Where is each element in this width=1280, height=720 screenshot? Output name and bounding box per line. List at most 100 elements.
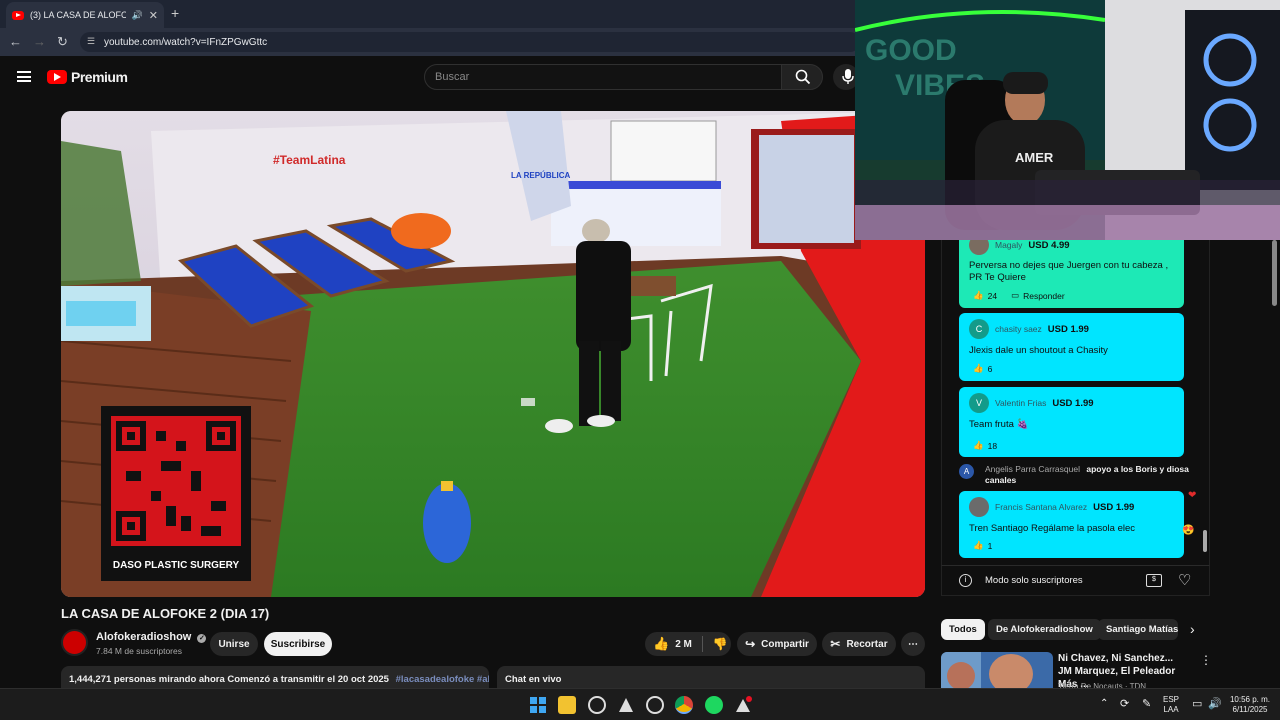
subscribe-button[interactable]: Suscribirse: [264, 632, 332, 656]
windows-taskbar: ⌃ ⟳ ✎ ESP LAA ▭ 🔊 10:56 p. m. 6/11/2025: [0, 688, 1280, 720]
user-avatar: [969, 497, 989, 517]
chat-message-text: Team fruta 🍇: [969, 419, 1029, 430]
triangle-app-icon[interactable]: [617, 696, 635, 714]
pen-icon[interactable]: ✎: [1142, 697, 1151, 710]
superchat-card[interactable]: Magaly USD 4.99 Perversa no dejes que Ju…: [959, 240, 1184, 308]
thumbs-up-icon[interactable]: 👍: [973, 290, 984, 301]
reply-button[interactable]: Responder: [1023, 291, 1065, 301]
date: 6/11/2025: [1232, 705, 1268, 714]
like-button[interactable]: 👍 2 M: [653, 636, 692, 652]
like-count: 2 M: [675, 638, 692, 650]
divider: [701, 636, 703, 652]
chat-like-row: 👍 18: [973, 440, 997, 451]
windows-start-icon[interactable]: [529, 696, 547, 714]
related-video-thumbnail[interactable]: [941, 652, 1053, 688]
new-tab-button[interactable]: +: [171, 5, 179, 21]
app-icon[interactable]: [588, 696, 606, 714]
page-scrollbar[interactable]: [1272, 240, 1277, 306]
svg-text:GOOD: GOOD: [865, 34, 957, 67]
streamer-webcam-feed: GOOD VIBES AMER: [855, 0, 1280, 240]
chip-santiago[interactable]: Santiago Matías: [1098, 619, 1178, 640]
chat-scrollbar[interactable]: [1203, 530, 1207, 552]
video-frame: [61, 111, 925, 597]
superchat-card[interactable]: V Valentin Frias USD 1.99 Team fruta 🍇 👍…: [959, 387, 1184, 457]
like-dislike-group: 👍 2 M 👎: [645, 632, 731, 656]
chat-message[interactable]: A Angelis Parra Carrasquel apoyo a los B…: [959, 464, 1189, 486]
menu-icon[interactable]: [17, 71, 31, 82]
forward-arrow-icon[interactable]: →: [33, 34, 46, 49]
channel-avatar[interactable]: [61, 629, 88, 656]
chip-channel[interactable]: De Alofokeradioshow: [988, 619, 1101, 640]
user-avatar: V: [969, 393, 989, 413]
volume-icon[interactable]: 🔊: [1208, 697, 1222, 710]
spotify-icon[interactable]: [705, 696, 723, 714]
chrome-icon[interactable]: [675, 696, 693, 714]
heart-icon[interactable]: ♡: [1178, 571, 1191, 589]
logo-text: Premium: [71, 69, 128, 85]
info-icon[interactable]: i: [959, 574, 972, 587]
chat-username: Angelis Parra Carrasquel: [985, 464, 1080, 474]
share-button[interactable]: ↪ Compartir: [737, 632, 817, 656]
chevron-right-icon[interactable]: ›: [1190, 621, 1195, 637]
monitor-icon[interactable]: ▭: [1192, 697, 1202, 710]
chat-like-row: 👍 6: [973, 363, 992, 374]
superchat-card[interactable]: Francis Santana Alvarez USD 1.99 Tren Sa…: [959, 491, 1184, 558]
chip-all[interactable]: Todos: [941, 619, 985, 640]
set-sign-la-republica: LA REPÚBLICA: [511, 171, 571, 180]
thumbs-down-icon[interactable]: 👎: [713, 637, 728, 651]
reload-icon[interactable]: ↻: [57, 34, 68, 50]
superchat-amount: USD 1.99: [1093, 501, 1135, 513]
superchat-amount: USD 1.99: [1052, 397, 1094, 409]
chat-like-row: 👍 24 ▭ Responder: [973, 290, 1065, 301]
emoji-reaction-icon: 😍: [1182, 525, 1195, 536]
video-player[interactable]: #TeamLatina LA REPÚBLICA DASO PLASTIC SU…: [61, 111, 925, 597]
notification-app-icon[interactable]: [734, 696, 752, 714]
thumbs-up-icon: 👍: [653, 636, 670, 651]
more-vertical-icon[interactable]: ⋮: [1200, 653, 1212, 667]
search-icon: [795, 69, 811, 85]
search-button[interactable]: [781, 64, 823, 90]
verified-icon: ✓: [197, 634, 207, 643]
chat-username: chasity saez: [995, 324, 1042, 334]
microphone-icon: [842, 69, 854, 84]
superchat-card[interactable]: C chasity saez USD 1.99 Jlexis dale un s…: [959, 313, 1184, 381]
chat-message-text: Jlexis dale un shoutout a Chasity: [969, 345, 1108, 356]
file-explorer-icon[interactable]: [558, 696, 576, 714]
back-arrow-icon[interactable]: ←: [9, 34, 22, 49]
openai-icon[interactable]: [646, 696, 664, 714]
chat-message-text: Perversa no dejes que Juergen con tu cab…: [969, 260, 1169, 283]
site-info-icon[interactable]: ☰: [87, 36, 95, 47]
browser-tab[interactable]: (3) LA CASA DE ALOFOKE 2 🔊 ✕: [6, 2, 164, 28]
chat-label: Chat en vivo: [505, 674, 562, 685]
reply-icon[interactable]: ▭: [1011, 290, 1019, 301]
hashtags[interactable]: #lacasadealofoke #alofo: [396, 674, 489, 685]
close-tab-icon[interactable]: ✕: [149, 9, 158, 22]
keyboard-layout: LAA: [1163, 705, 1179, 714]
language-code: ESP: [1163, 695, 1180, 704]
speaker-icon[interactable]: 🔊: [132, 10, 143, 21]
clock[interactable]: 10:56 p. m. 6/11/2025: [1227, 695, 1273, 715]
sync-icon[interactable]: ⟳: [1120, 697, 1129, 710]
language-indicator[interactable]: ESP LAA: [1163, 695, 1179, 715]
youtube-logo-icon: [47, 70, 67, 84]
thumbs-up-icon[interactable]: 👍: [973, 440, 984, 451]
share-icon: ↪: [745, 637, 756, 651]
chevron-up-icon[interactable]: ⌃: [1100, 698, 1108, 709]
tab-title: (3) LA CASA DE ALOFOKE 2: [30, 10, 126, 20]
clip-button[interactable]: ✂ Recortar: [822, 632, 896, 656]
subscriber-count: 7.84 M de suscriptores: [96, 646, 182, 656]
address-field[interactable]: ☰ youtube.com/watch?v=IFnZPGwGttc: [80, 32, 860, 52]
join-button[interactable]: Unirse: [210, 632, 258, 656]
more-actions-button[interactable]: ⋯: [901, 632, 925, 656]
like-count: 1: [987, 540, 993, 551]
thumbs-up-icon[interactable]: 👍: [973, 540, 984, 551]
search-input[interactable]: Buscar: [424, 64, 782, 90]
youtube-premium-logo[interactable]: Premium: [47, 69, 128, 85]
svg-text:AMER: AMER: [1015, 150, 1054, 165]
super-chat-icon[interactable]: $: [1146, 574, 1162, 587]
more-horizontal-icon: ⋯: [908, 638, 918, 650]
chat-username: Francis Santana Alvarez: [995, 502, 1088, 512]
thumbs-up-icon[interactable]: 👍: [973, 363, 984, 374]
chat-username: Magaly: [995, 240, 1023, 250]
channel-name[interactable]: Alofokeradioshow ✓: [96, 631, 207, 643]
